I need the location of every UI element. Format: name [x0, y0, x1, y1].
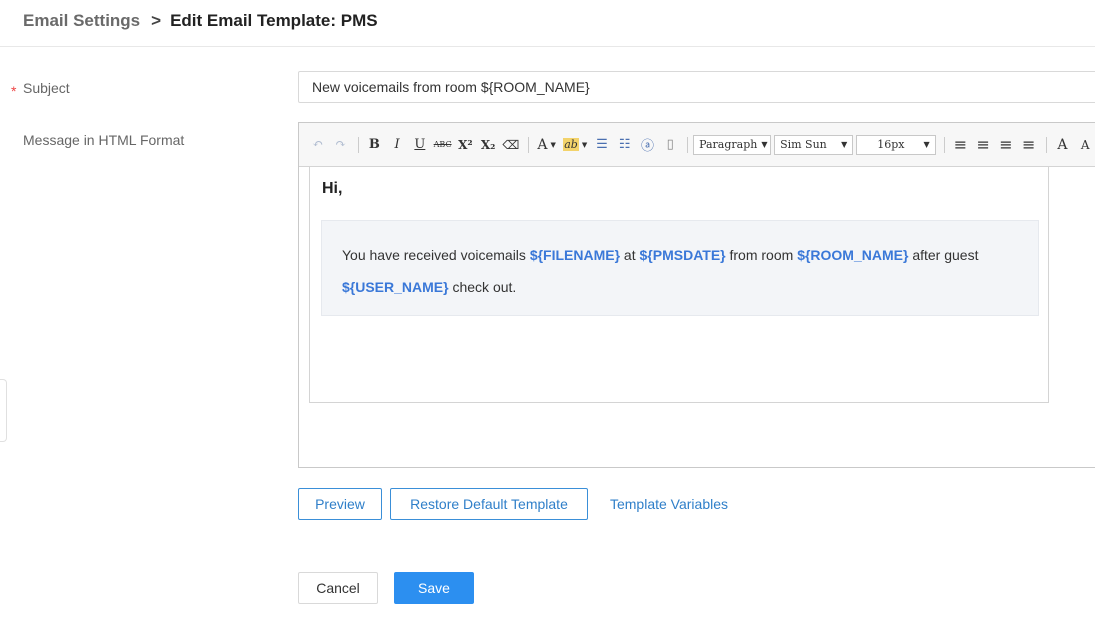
highlight-glyph: ab: [563, 138, 579, 151]
chevron-down-icon: ▼: [761, 140, 768, 149]
variable-pmsdate: ${PMSDATE}: [639, 247, 726, 263]
undo-icon[interactable]: ↶: [307, 134, 329, 156]
bold-icon[interactable]: B: [363, 134, 385, 156]
font-family-select-value: Sim Sun: [780, 138, 827, 151]
chevron-down-icon: ▼: [841, 140, 848, 149]
breadcrumb-separator-icon: >: [151, 11, 162, 30]
save-button[interactable]: Save: [394, 572, 474, 604]
page-title: Edit Email Template: PMS: [170, 11, 378, 30]
chevron-down-icon: ▼: [923, 140, 930, 149]
font-increase-icon[interactable]: A: [1052, 134, 1074, 156]
message-label: Message in HTML Format: [23, 132, 185, 148]
toolbar-divider: [357, 136, 359, 153]
paragraph-select[interactable]: Paragraph ▼: [693, 134, 772, 155]
strikethrough-icon[interactable]: ABC: [432, 134, 454, 156]
restore-default-template-button[interactable]: Restore Default Template: [390, 488, 588, 520]
toolbar-divider: [943, 136, 945, 153]
italic-icon[interactable]: I: [386, 134, 408, 156]
toolbar-divider: [527, 136, 529, 153]
font-size-select-value: 16px: [877, 138, 905, 151]
font-family-select[interactable]: Sim Sun ▼: [774, 134, 854, 155]
variable-user-name: ${USER_NAME}: [342, 279, 449, 295]
eraser-icon[interactable]: ⌫: [500, 134, 522, 156]
message-body: You have received voicemails ${FILENAME}…: [321, 220, 1039, 316]
chevron-down-icon: ▼: [581, 140, 588, 149]
align-center-icon[interactable]: ≡: [972, 134, 994, 156]
preview-button[interactable]: Preview: [298, 488, 382, 520]
variable-filename: ${FILENAME}: [529, 247, 621, 263]
breadcrumb: Email Settings > Edit Email Template: PM…: [23, 11, 378, 31]
align-right-icon[interactable]: ≡: [995, 134, 1017, 156]
sidebar-collapse-tab[interactable]: <: [0, 379, 7, 442]
editor-content-area[interactable]: Hi, You have received voicemails ${FILEN…: [309, 167, 1049, 403]
cancel-button[interactable]: Cancel: [298, 572, 378, 604]
toolbar-divider: [1045, 136, 1047, 153]
template-variables-link[interactable]: Template Variables: [600, 488, 738, 520]
align-left-icon[interactable]: ≡: [950, 134, 972, 156]
variable-room-name: ${ROOM_NAME}: [797, 247, 909, 263]
highlight-icon[interactable]: ab ▼: [560, 134, 590, 156]
greeting-text: Hi,: [322, 180, 343, 197]
message-text: after guest: [908, 247, 979, 263]
toolbar-divider: [687, 136, 689, 153]
message-text: at: [620, 247, 640, 263]
ordered-list-icon[interactable]: ☰: [591, 134, 613, 156]
redo-icon[interactable]: ↷: [330, 134, 352, 156]
align-justify-icon[interactable]: ≡: [1018, 134, 1040, 156]
font-color-glyph: A: [537, 136, 548, 153]
breadcrumb-email-settings[interactable]: Email Settings: [23, 11, 140, 31]
editor-toolbar: ↶ ↷ B I U ABC X² X₂ ⌫ A ▼ ab ▼ ☰ ☷ ⓐ ▯ Par…: [299, 123, 1095, 167]
font-size-select[interactable]: 16px ▼: [856, 134, 936, 155]
font-color-icon[interactable]: A ▼: [534, 134, 560, 156]
required-mark: *: [11, 83, 17, 99]
html-editor: ↶ ↷ B I U ABC X² X₂ ⌫ A ▼ ab ▼ ☰ ☷ ⓐ ▯ Par…: [298, 122, 1095, 468]
chevron-down-icon: ▼: [550, 140, 556, 149]
subject-label: Subject: [23, 80, 70, 96]
page-header: Email Settings > Edit Email Template: PM…: [0, 0, 1095, 47]
message-text: check out.: [448, 279, 517, 295]
message-text: You have received voicemails: [342, 247, 530, 263]
underline-icon[interactable]: U: [409, 134, 431, 156]
anchor-icon[interactable]: ⓐ: [637, 134, 659, 156]
subscript-icon[interactable]: X₂: [477, 134, 499, 156]
font-decrease-icon[interactable]: A: [1074, 134, 1095, 156]
subject-input[interactable]: [298, 71, 1095, 103]
superscript-icon[interactable]: X²: [454, 134, 476, 156]
message-text: from room: [725, 247, 798, 263]
page-icon[interactable]: ▯: [659, 134, 681, 156]
unordered-list-icon[interactable]: ☷: [614, 134, 636, 156]
paragraph-select-value: Paragraph: [699, 138, 758, 151]
